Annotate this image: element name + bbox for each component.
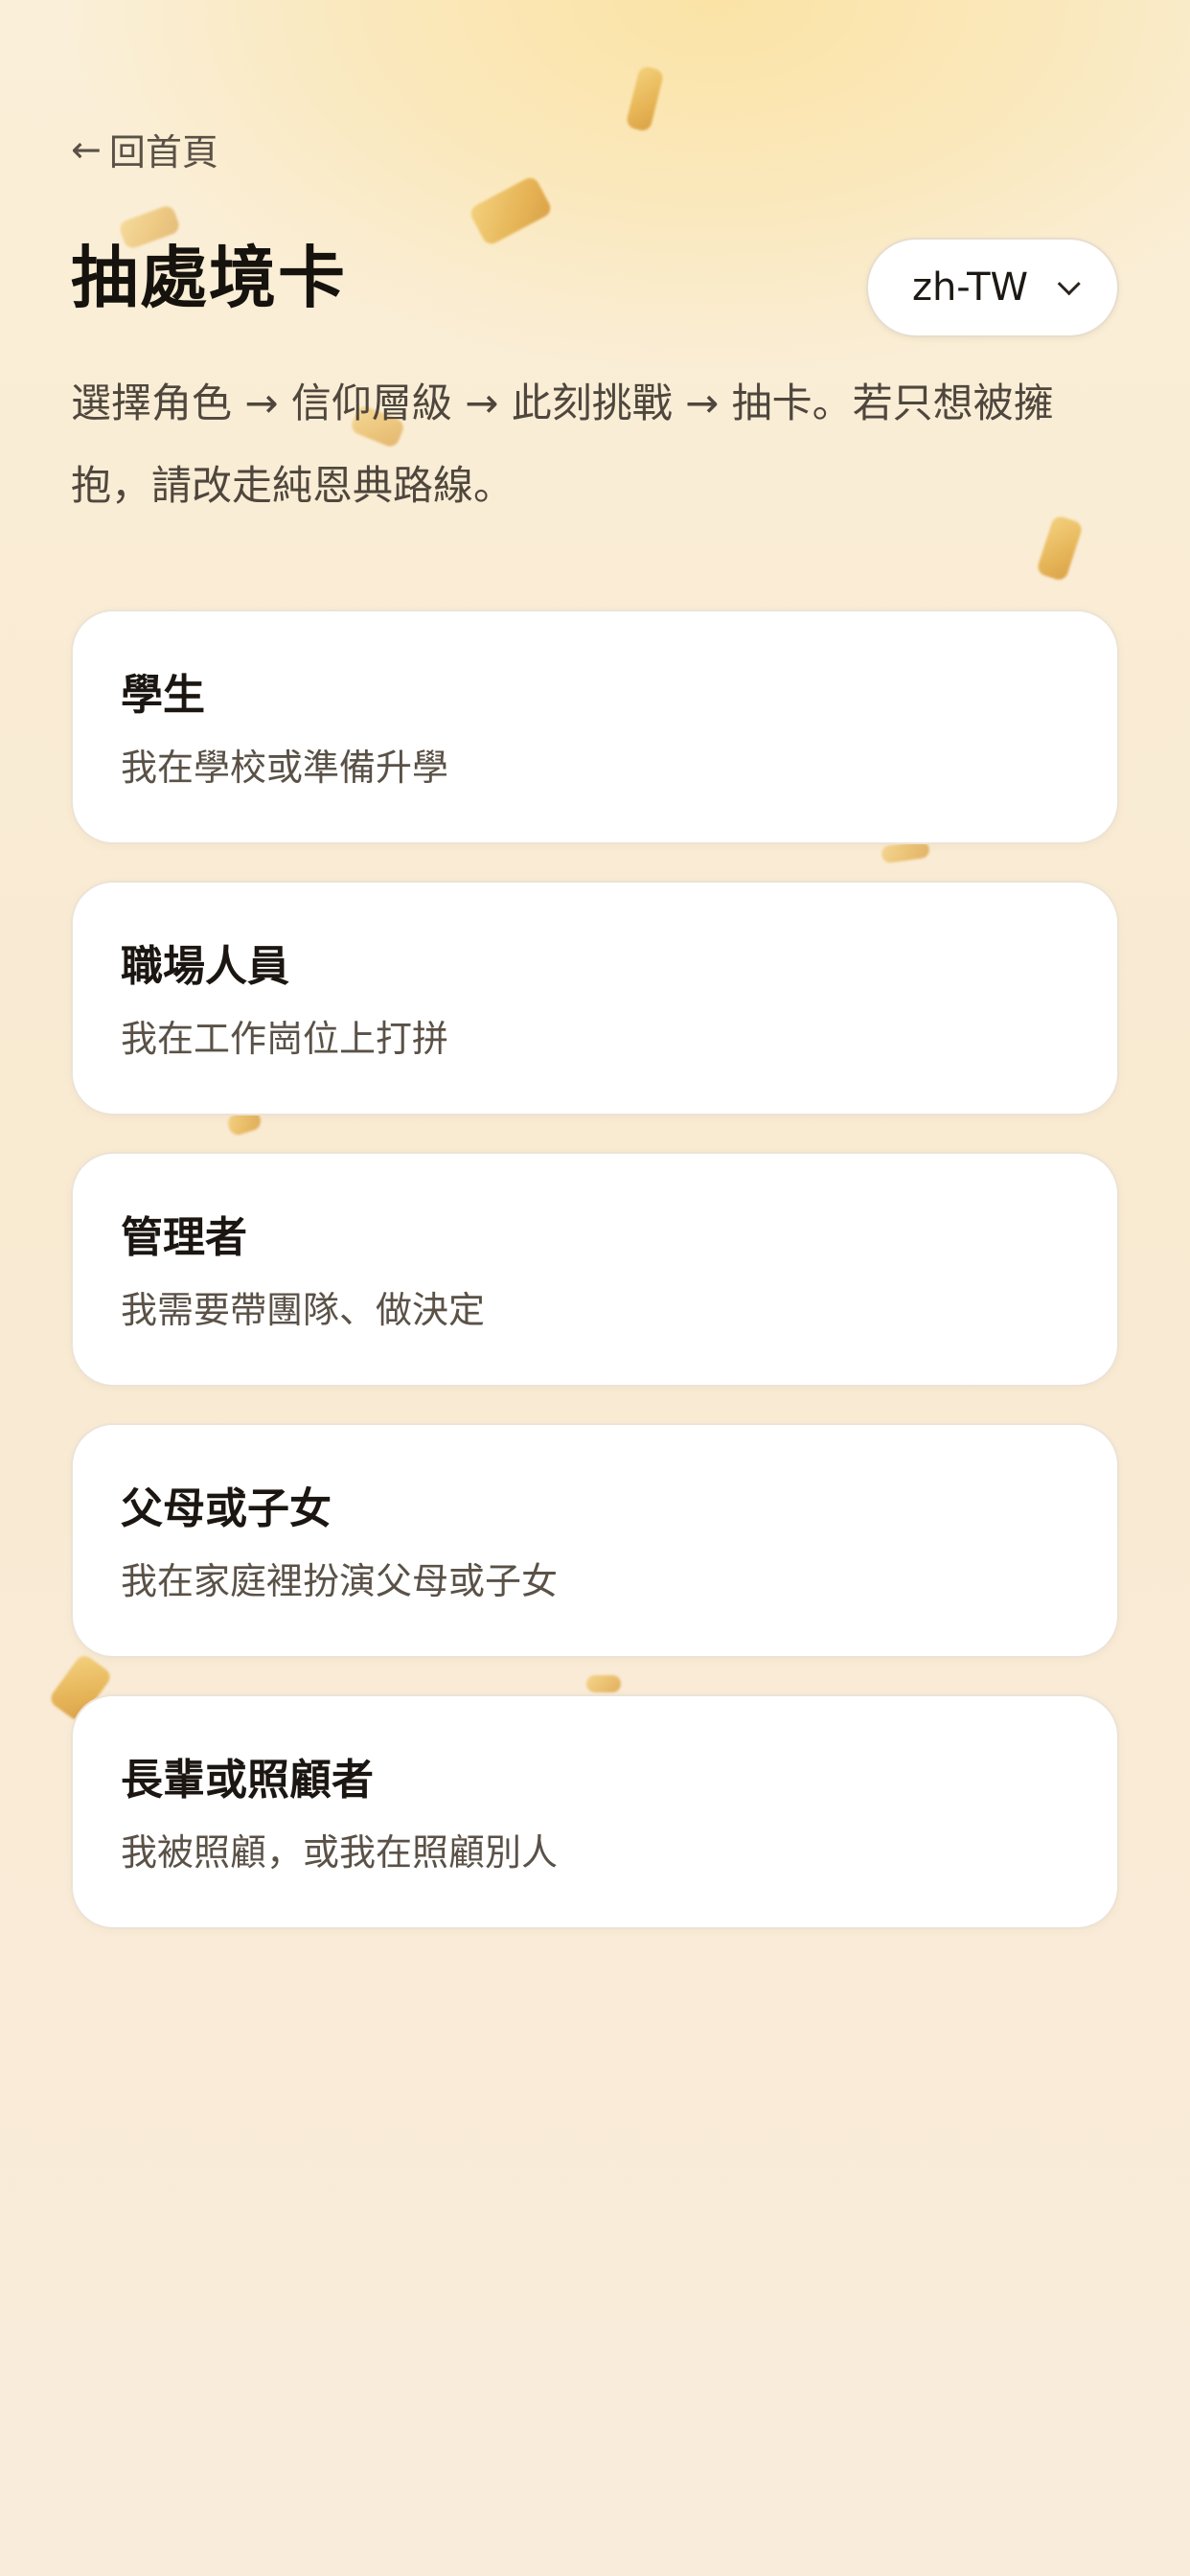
chevron-down-icon [1057, 271, 1081, 295]
role-title: 職場人員 [121, 942, 289, 991]
language-select[interactable]: zh-TW [866, 238, 1119, 337]
role-card-elder-or-caregiver[interactable]: 長輩或照顧者 我被照顧，或我在照顧別人 [71, 1694, 1119, 1929]
back-home-label: 回首頁 [108, 131, 218, 173]
role-card-manager[interactable]: 管理者 我需要帶團隊、做決定 [71, 1152, 1119, 1387]
role-description: 我在學校或準備升學 [121, 747, 449, 789]
back-home-link[interactable]: ← 回首頁 [71, 123, 218, 175]
page-title: 抽處境卡 [71, 239, 347, 317]
back-arrow-icon: ← [71, 127, 102, 171]
role-list: 學生 我在學校或準備升學 職場人員 我在工作崗位上打拼 管理者 我需要帶團隊、做… [71, 610, 1119, 1929]
intro-instructions: 選擇角色 → 信仰層級 → 此刻挑戰 → 抽卡。若只想被擁抱，請改走純恩典路線。 [71, 380, 1054, 509]
role-title: 管理者 [121, 1213, 247, 1262]
role-card-worker[interactable]: 職場人員 我在工作崗位上打拼 [71, 881, 1119, 1116]
role-description: 我在家庭裡扮演父母或子女 [121, 1560, 559, 1602]
role-description: 我在工作崗位上打拼 [121, 1018, 449, 1060]
role-description: 我需要帶團隊、做決定 [121, 1289, 486, 1331]
role-title: 長輩或照顧者 [121, 1756, 374, 1805]
role-card-student[interactable]: 學生 我在學校或準備升學 [71, 610, 1119, 844]
role-title: 學生 [121, 671, 205, 720]
language-select-value: zh-TW [911, 265, 1029, 310]
role-title: 父母或子女 [121, 1484, 332, 1533]
role-card-parent-or-child[interactable]: 父母或子女 我在家庭裡扮演父母或子女 [71, 1423, 1119, 1658]
role-description: 我被照顧，或我在照顧別人 [121, 1831, 559, 1874]
